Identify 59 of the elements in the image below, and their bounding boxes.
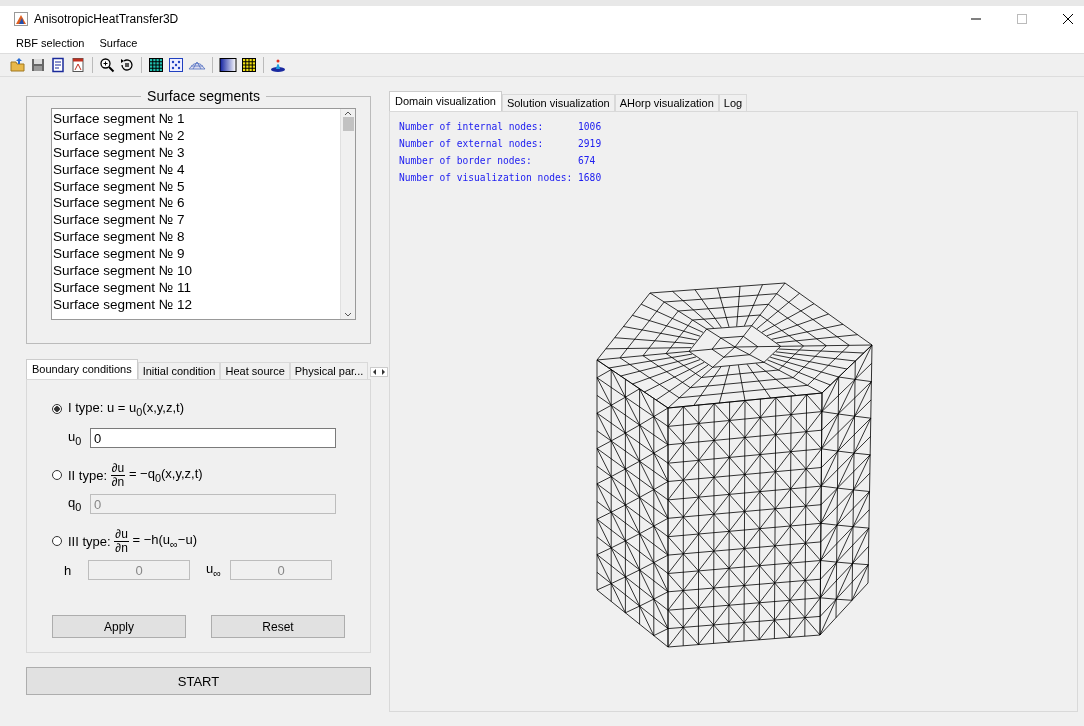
- list-item[interactable]: Surface segment № 6: [52, 194, 340, 212]
- field-label: u$_{0}$: [68, 429, 82, 447]
- field-label: q$_{0}$: [68, 495, 82, 513]
- panel-title: Surface segments: [146, 88, 261, 104]
- tab[interactable]: Heat source: [220, 362, 290, 379]
- list-item[interactable]: Surface segment № 3: [52, 143, 340, 161]
- action-button[interactable]: Apply: [52, 615, 186, 638]
- stats-line: Number of visualization nodes: 1680: [399, 171, 603, 185]
- tab-scroll-control[interactable]: [370, 367, 389, 377]
- field-label: u$_{∞}$: [206, 561, 220, 579]
- radio-button[interactable]: [52, 470, 62, 480]
- tab[interactable]: Initial condition: [137, 362, 221, 379]
- save-icon[interactable]: [30, 57, 46, 73]
- stats-line: Number of internal nodes: 1006: [399, 120, 603, 134]
- tab[interactable]: Boundary conditions: [26, 359, 138, 379]
- input-field[interactable]: 0: [90, 428, 336, 448]
- open-folder-icon[interactable]: [10, 57, 26, 73]
- list-item[interactable]: Surface segment № 9: [52, 245, 340, 262]
- table-icon[interactable]: [241, 57, 257, 73]
- menu-item[interactable]: Surface: [99, 36, 138, 49]
- page-icon[interactable]: [70, 57, 86, 73]
- tab[interactable]: Log: [718, 94, 748, 111]
- window-title: AnisotropicHeatTransfer3D: [34, 12, 179, 26]
- scroll-down-icon[interactable]: [343, 311, 353, 319]
- radio-button[interactable]: [52, 404, 62, 414]
- zoom-in-icon[interactable]: [99, 57, 115, 73]
- tab[interactable]: AHorp visualization: [614, 94, 719, 111]
- tab[interactable]: Domain visualization: [389, 91, 502, 111]
- list-item[interactable]: Surface segment № 10: [52, 262, 340, 279]
- surface-plot-icon[interactable]: [270, 57, 286, 73]
- start-button[interactable]: START: [26, 667, 371, 695]
- list-item[interactable]: Surface segment № 4: [52, 160, 340, 178]
- scroll-up-icon[interactable]: [343, 109, 353, 117]
- gradient-icon[interactable]: [219, 57, 237, 73]
- stats-line: Number of external nodes: 2919: [399, 137, 603, 151]
- tab[interactable]: Physical par...: [289, 362, 369, 379]
- close-icon[interactable]: [1062, 13, 1074, 25]
- menu-item[interactable]: RBF selection: [16, 36, 85, 49]
- app-logo-icon: [14, 12, 28, 26]
- scrollbar[interactable]: [340, 109, 355, 319]
- action-button[interactable]: Reset: [211, 615, 345, 638]
- tab[interactable]: Solution visualization: [501, 94, 615, 111]
- document-icon[interactable]: [50, 57, 66, 73]
- list-item[interactable]: Surface segment № 11: [52, 278, 340, 296]
- field-label: h: [64, 562, 73, 578]
- list-item[interactable]: Surface segment № 12: [52, 295, 340, 313]
- scroll-right-icon[interactable]: [379, 368, 388, 376]
- radio-label: I type: u = u$_{0}$(x,y,z,t): [68, 400, 184, 418]
- scroll-thumb[interactable]: [342, 117, 354, 131]
- list-item[interactable]: Surface segment № 5: [52, 177, 340, 195]
- grid-icon[interactable]: [148, 57, 164, 73]
- list-item[interactable]: Surface segment № 1: [52, 110, 340, 127]
- radio-button[interactable]: [52, 536, 62, 546]
- stats-line: Number of border nodes: 674: [399, 154, 597, 168]
- list-item[interactable]: Surface segment № 8: [52, 228, 340, 246]
- list-item[interactable]: Surface segment № 2: [52, 126, 340, 144]
- rotate-icon[interactable]: [119, 57, 135, 73]
- scatter-icon[interactable]: [168, 57, 184, 73]
- list-item[interactable]: Surface segment № 7: [52, 211, 340, 229]
